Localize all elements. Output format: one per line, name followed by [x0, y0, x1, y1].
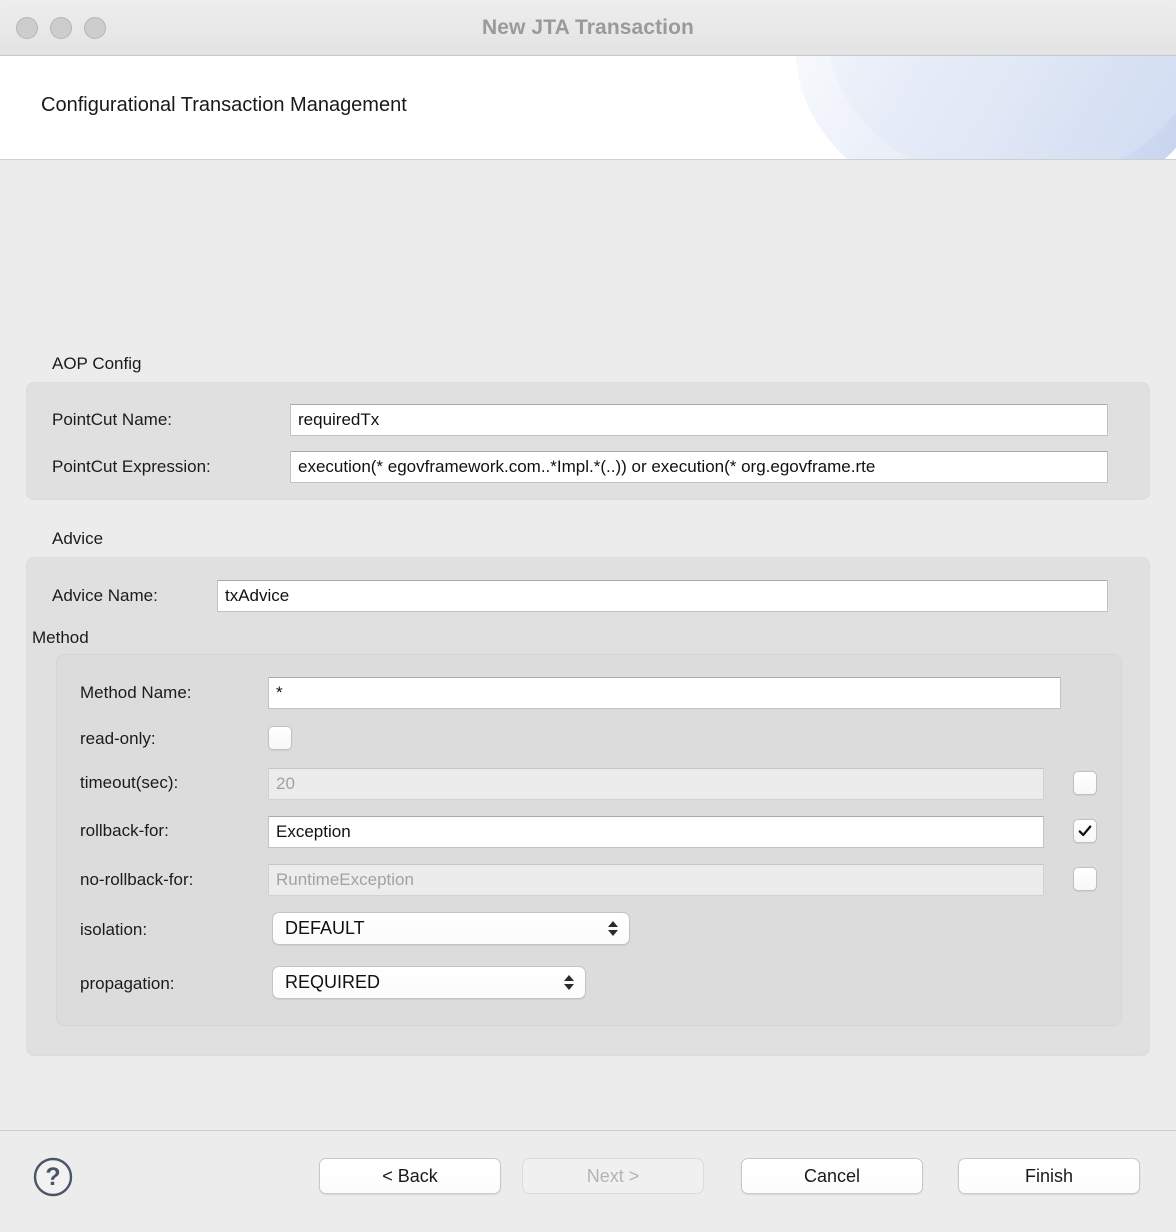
advice-name-row: Advice Name:	[52, 586, 158, 606]
read-only-label: read-only:	[80, 729, 156, 749]
advice-name-input[interactable]: txAdvice	[217, 580, 1108, 612]
cancel-button[interactable]: Cancel	[741, 1158, 923, 1194]
rollback-for-input[interactable]: Exception	[268, 816, 1044, 848]
timeout-row: timeout(sec):	[80, 773, 178, 793]
pointcut-name-label: PointCut Name:	[52, 410, 172, 430]
no-rollback-for-label: no-rollback-for:	[80, 870, 193, 890]
isolation-label: isolation:	[80, 920, 147, 940]
propagation-select[interactable]: REQUIRED	[272, 966, 586, 999]
stepper-chevrons-icon	[607, 919, 619, 939]
isolation-select[interactable]: DEFAULT	[272, 912, 630, 945]
aop-config-group-label: AOP Config	[52, 354, 141, 374]
banner-swoosh-icon	[796, 56, 1176, 160]
pointcut-expression-row: PointCut Expression:	[52, 457, 211, 477]
back-button[interactable]: < Back	[319, 1158, 501, 1194]
svg-text:?: ?	[45, 1163, 60, 1191]
window-title: New JTA Transaction	[0, 16, 1176, 40]
propagation-label: propagation:	[80, 974, 175, 994]
method-group-label: Method	[32, 628, 89, 648]
propagation-value: REQUIRED	[285, 972, 563, 993]
isolation-value: DEFAULT	[285, 918, 607, 939]
close-button[interactable]	[16, 17, 38, 39]
read-only-row: read-only:	[80, 729, 156, 749]
timeout-enable-checkbox[interactable]	[1073, 771, 1097, 795]
pointcut-name-row: PointCut Name:	[52, 410, 172, 430]
pointcut-expression-input[interactable]: execution(* egovframework.com..*Impl.*(.…	[290, 451, 1108, 483]
wizard-banner: Configurational Transaction Management	[0, 56, 1176, 160]
checkmark-icon	[1078, 824, 1092, 838]
rollback-for-enable-checkbox[interactable]	[1073, 819, 1097, 843]
no-rollback-for-row: no-rollback-for:	[80, 870, 193, 890]
zoom-button[interactable]	[84, 17, 106, 39]
window-controls	[16, 0, 106, 55]
no-rollback-for-enable-checkbox[interactable]	[1073, 867, 1097, 891]
minimize-button[interactable]	[50, 17, 72, 39]
stepper-chevrons-icon	[563, 973, 575, 993]
rollback-for-row: rollback-for:	[80, 821, 169, 841]
page-title: Configurational Transaction Management	[41, 94, 407, 117]
advice-group-label: Advice	[52, 529, 103, 549]
title-bar: New JTA Transaction	[0, 0, 1176, 56]
help-icon[interactable]: ?	[33, 1157, 73, 1197]
timeout-label: timeout(sec):	[80, 773, 178, 793]
dialog-footer: ? < Back Next > Cancel Finish	[0, 1130, 1176, 1232]
isolation-row: isolation:	[80, 920, 147, 940]
pointcut-name-input[interactable]: requiredTx	[290, 404, 1108, 436]
finish-button[interactable]: Finish	[958, 1158, 1140, 1194]
dialog-window: New JTA Transaction Configurational Tran…	[0, 0, 1176, 1232]
next-button[interactable]: Next >	[522, 1158, 704, 1194]
no-rollback-for-input[interactable]: RuntimeException	[268, 864, 1044, 896]
method-name-input[interactable]: *	[268, 677, 1061, 709]
method-name-label: Method Name:	[80, 683, 192, 703]
advice-name-label: Advice Name:	[52, 586, 158, 606]
pointcut-expression-label: PointCut Expression:	[52, 457, 211, 477]
propagation-row: propagation:	[80, 974, 175, 994]
method-name-row: Method Name:	[80, 683, 192, 703]
dialog-body: AOP Config PointCut Name: requiredTx Poi…	[0, 160, 1176, 1130]
rollback-for-label: rollback-for:	[80, 821, 169, 841]
banner-swoosh-secondary-icon	[826, 56, 1176, 160]
read-only-checkbox[interactable]	[268, 726, 292, 750]
timeout-input[interactable]: 20	[268, 768, 1044, 800]
